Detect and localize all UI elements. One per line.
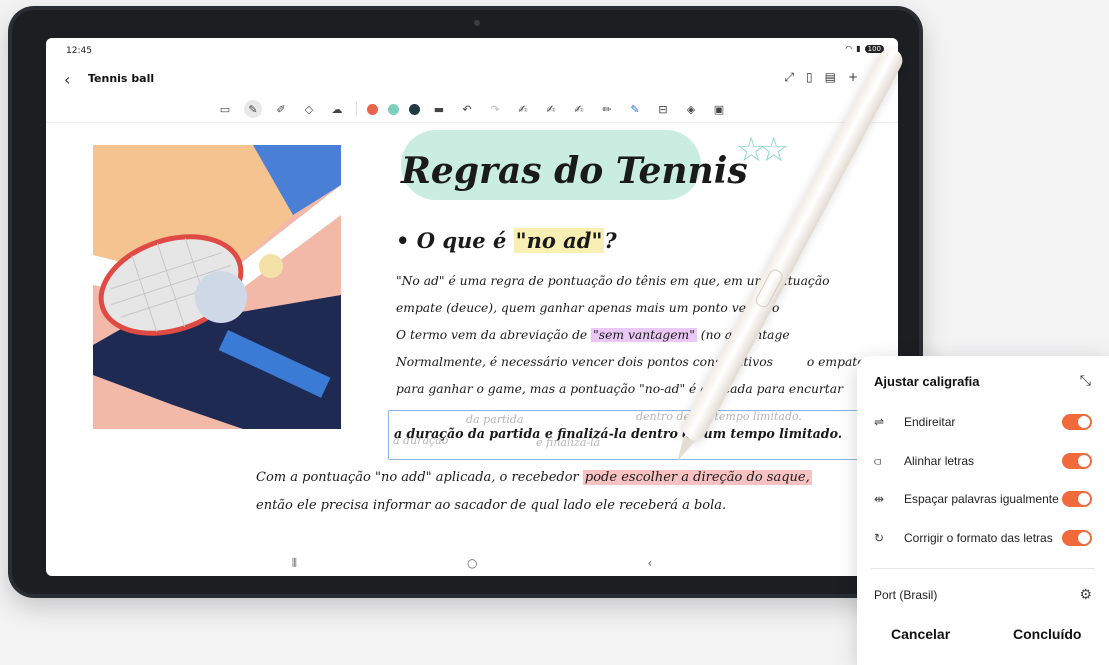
option-label: Endireitar [904,415,956,429]
bottom1-highlight: pode escolher a direção do saque, [582,470,812,485]
line3-prefix: O termo vem da abreviação de [396,328,592,342]
app-bar: ‹ Tennis ball ⤢ ▯ ▤ + ⋮ [46,62,898,96]
option-label: Alinhar letras [904,454,975,468]
note-line-5[interactable]: para ganhar o game, mas a pontuação "no-… [396,382,843,396]
page-settings-icon[interactable]: ▣ [710,100,728,118]
fix-letter-shape-toggle[interactable] [1062,530,1092,546]
eraser-icon[interactable]: ◇ [300,100,318,118]
color-swatch-coral[interactable] [367,103,378,115]
pen-settings-icon[interactable]: ✏ [598,100,616,118]
tablet-device: 12:45 ◠ ▮ 100 ‹ Tennis ball ⤢ ▯ ▤ + ⋮ [8,6,923,598]
undo-icon[interactable]: ↶ [458,100,476,118]
fix-letter-shape-icon: ↻ [874,531,885,545]
bottom1-prefix: Com a pontuação "no add" aplicada, o rec… [256,470,583,485]
redo-icon[interactable]: ↷ [486,100,504,118]
adjust-handwriting-panel: Ajustar caligrafia ⤡ ⇌ Endireitar ⫏ Alin… [857,356,1109,665]
drawing-toolbar: ▭ ✎ ✐ ◇ ☁ ▬ ↶ ↷ ✍ ✍ ✍ ✏ ✎ ⊟ ◈ ▣ [46,96,898,123]
bullet-highlight: "no ad" [513,228,605,253]
home-icon[interactable]: ○ [467,556,477,570]
option-row-space-words[interactable]: ⇹ Espaçar palavras igualmente [874,487,1092,511]
line4-end: o empate [806,355,865,369]
stroke-width-icon[interactable]: ▬ [430,100,448,118]
handwriting-straighten-icon[interactable]: ✍ [570,100,588,118]
option-row-align-letters[interactable]: ⫏ Alinhar letras [874,449,1092,473]
ghost-stroke-b: dentro de um tempo limitado. [636,410,802,423]
panel-divider [871,568,1095,569]
align-letters-toggle[interactable] [1062,453,1092,469]
recent-apps-icon[interactable]: ⦀ [292,556,297,571]
bottom-line-1[interactable]: Com a pontuação "no add" aplicada, o rec… [256,470,812,485]
handwriting-convert-icon[interactable]: ✍ [542,100,560,118]
color-swatch-dark-teal[interactable] [409,103,420,115]
straighten-toggle[interactable] [1062,414,1092,430]
book-view-icon[interactable]: ▯ [806,70,813,85]
done-button[interactable]: Concluído [1013,626,1081,642]
language-row[interactable]: Port (Brasil) ⚙ [874,586,1092,603]
note-heading[interactable]: Regras do Tennis [401,150,748,192]
text-box-icon[interactable]: ▭ [216,100,234,118]
tennis-racket-illustration[interactable] [93,145,341,429]
line3-highlight: "sem vantagem" [591,328,697,342]
space-words-toggle[interactable] [1062,491,1092,507]
note-line-2[interactable]: empate (deuce), quem ganhar apenas mais … [396,301,779,315]
bullet-suffix: ? [604,228,617,253]
system-nav-bar: ⦀ ○ ‹ [46,550,898,576]
option-label: Espaçar palavras igualmente [904,492,1059,506]
bullet-prefix: • O que é [396,228,514,253]
tablet-bezel: 12:45 ◠ ▮ 100 ‹ Tennis ball ⤢ ▯ ▤ + ⋮ [12,10,919,594]
bottom-line-2[interactable]: então ele precisa informar ao sacador de… [256,498,726,513]
ghost-stroke-a: da partida [466,413,524,426]
highlighter-icon[interactable]: ✐ [272,100,290,118]
option-label: Corrigir o formato das letras [904,531,1053,545]
toolbar-divider [356,102,357,116]
insert-icon[interactable]: ⊟ [654,100,672,118]
pen-icon[interactable]: ✎ [244,100,262,118]
expand-icon[interactable]: ⤢ [784,70,794,85]
panel-title: Ajustar caligrafia [874,374,980,389]
signal-icon: ▮ [856,44,861,53]
lasso-icon[interactable]: ☁ [328,100,346,118]
shape-recognition-icon[interactable]: ✎ [626,100,644,118]
gear-icon[interactable]: ⚙ [1079,586,1092,603]
collapse-icon[interactable]: ⤡ [1080,372,1091,389]
handwriting-search-icon[interactable]: ✍ [514,100,532,118]
align-letters-icon: ⫏ [874,453,882,468]
page-template-icon[interactable]: ▤ [825,70,836,85]
cancel-button[interactable]: Cancelar [891,626,950,642]
nav-back-icon[interactable]: ‹ [647,556,652,570]
status-bar: 12:45 ◠ ▮ 100 [46,38,898,60]
status-icons: ◠ ▮ 100 [845,44,884,53]
straighten-icon: ⇌ [874,415,885,429]
color-swatch-mint[interactable] [388,103,399,115]
selected-handwriting-line[interactable]: a duração da partida e finalizá-la dentr… [394,426,842,441]
space-words-icon: ⇹ [874,492,885,506]
front-camera [474,20,480,26]
note-title: Tennis ball [88,72,155,85]
bullet-question[interactable]: • O que é "no ad"? [396,228,617,253]
wifi-icon: ◠ [845,44,853,53]
add-icon[interactable]: + [848,70,858,85]
back-arrow-icon[interactable]: ‹ [64,70,70,89]
status-time: 12:45 [66,46,92,56]
note-line-4[interactable]: Normalmente, é necessário vencer dois po… [396,355,865,369]
tag-icon[interactable]: ◈ [682,100,700,118]
language-label: Port (Brasil) [874,587,938,602]
option-row-fix-shape[interactable]: ↻ Corrigir o formato das letras [874,526,1092,550]
option-row-straighten[interactable]: ⇌ Endireitar [874,410,1092,434]
